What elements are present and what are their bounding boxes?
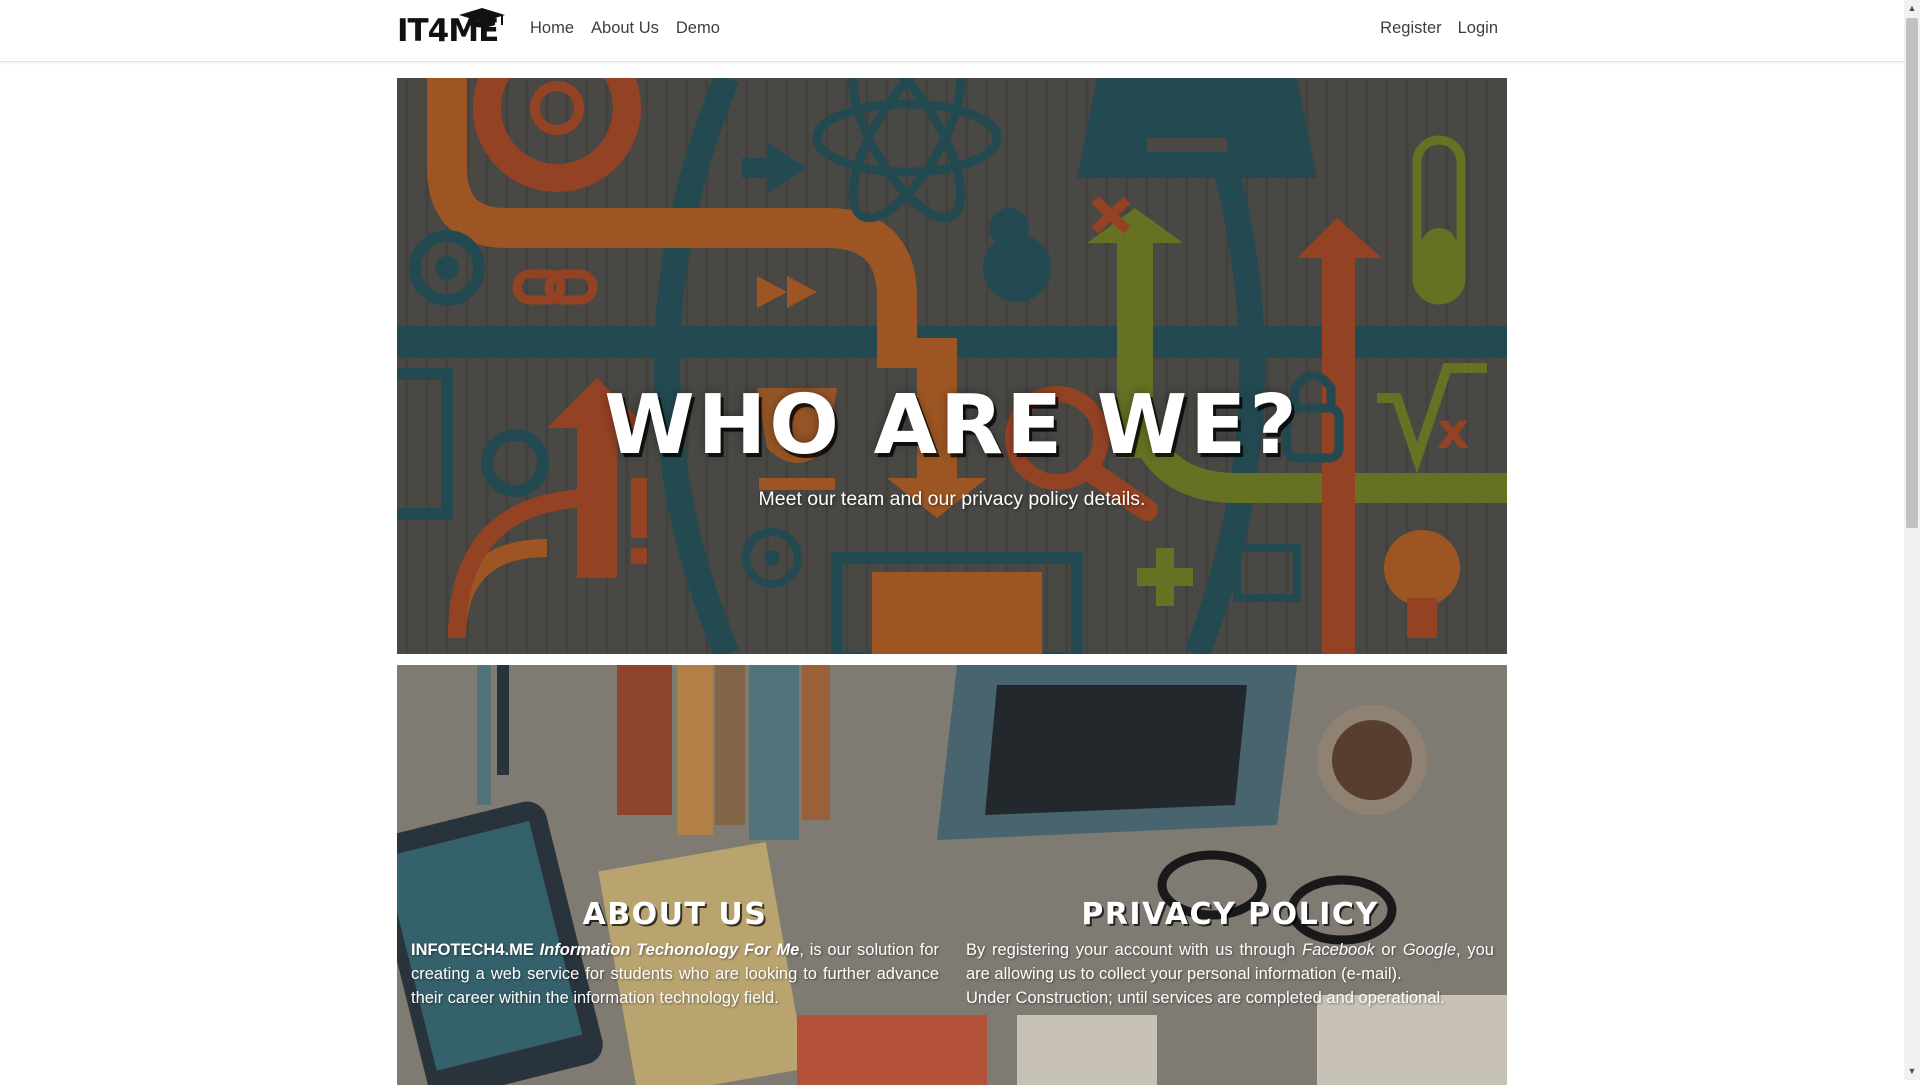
- privacy-note: Under Construction; until services are c…: [966, 989, 1445, 1007]
- nav-left: Home About Us Demo: [530, 19, 720, 38]
- privacy-policy-column: PRIVACY POLICY By registering your accou…: [966, 897, 1494, 1010]
- privacy-google: Google: [1402, 941, 1457, 959]
- hero-background-illustration: x: [397, 78, 1507, 654]
- about-privacy-section: ABOUT US INFOTECH4.ME Information Techon…: [397, 665, 1507, 1085]
- privacy-facebook: Facebook: [1302, 941, 1375, 959]
- nav-home-link[interactable]: Home: [530, 19, 574, 38]
- scroll-up-arrow-icon[interactable]: ▲: [1906, 1, 1918, 15]
- hero-subtitle: Meet our team and our privacy policy det…: [758, 488, 1146, 510]
- privacy-policy-heading: PRIVACY POLICY: [1081, 897, 1379, 932]
- privacy-text-1: By registering your account with us thro…: [966, 941, 1303, 959]
- graduation-cap-icon: [459, 8, 505, 28]
- nav-right: Register Login: [1380, 19, 1498, 38]
- navbar: IT4ME Home About Us Demo Register Login: [0, 0, 1904, 62]
- brand-logo[interactable]: IT4ME: [397, 8, 505, 49]
- desk-background-illustration: [397, 665, 1507, 1085]
- nav-register-link[interactable]: Register: [1380, 19, 1441, 38]
- about-brand-expansion: Information Techonology For Me: [539, 941, 800, 959]
- privacy-or: or: [1374, 941, 1403, 959]
- nav-login-link[interactable]: Login: [1458, 19, 1498, 38]
- scrollbar-thumb[interactable]: [1906, 18, 1918, 528]
- nav-demo-link[interactable]: Demo: [676, 19, 720, 38]
- hero-banner: x WHO ARE WE? Meet our team and our priv…: [397, 78, 1507, 654]
- nav-about-link[interactable]: About Us: [591, 19, 659, 38]
- about-brand-name: INFOTECH4.ME: [411, 941, 534, 959]
- about-us-text: INFOTECH4.ME Information Techonology For…: [411, 938, 939, 1010]
- about-us-heading: ABOUT US: [582, 897, 768, 932]
- about-us-column: ABOUT US INFOTECH4.ME Information Techon…: [411, 897, 939, 1010]
- scroll-down-arrow-icon[interactable]: ▼: [1906, 1064, 1918, 1078]
- hero-title: WHO ARE WE?: [604, 378, 1300, 473]
- privacy-policy-text: By registering your account with us thro…: [966, 938, 1494, 986]
